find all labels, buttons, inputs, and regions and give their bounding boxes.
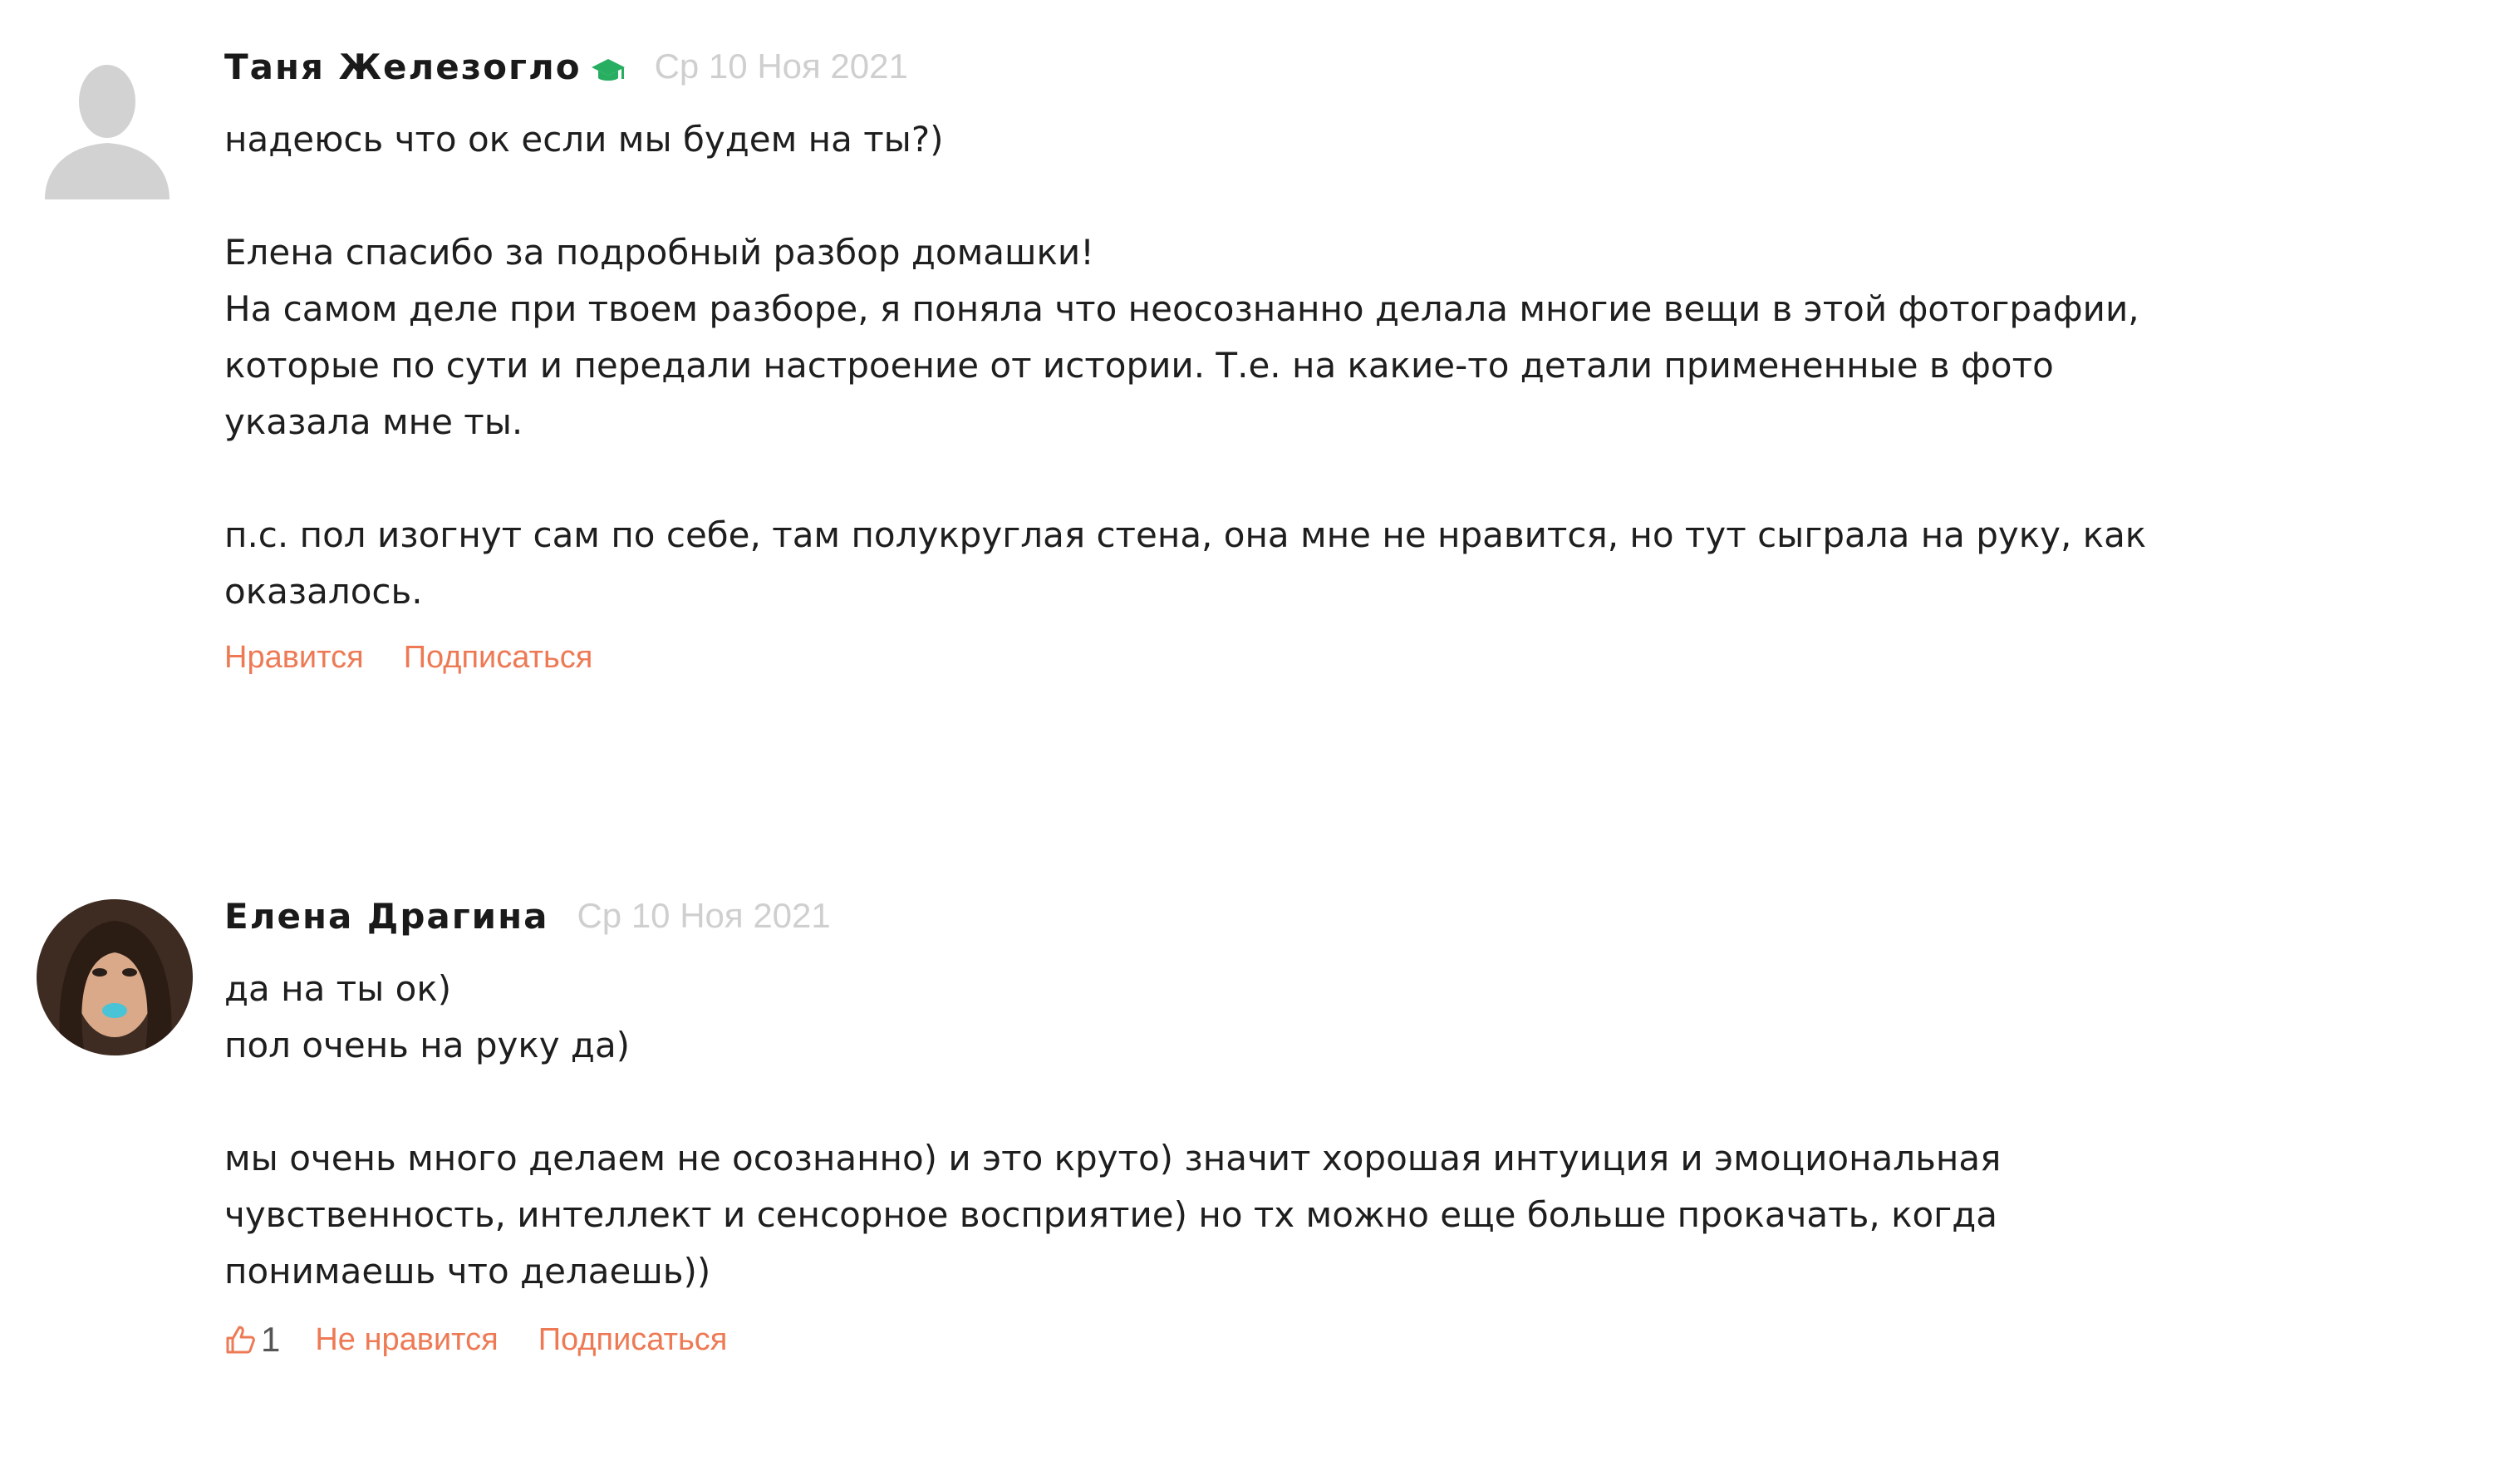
comment-line: надеюсь что ок если мы будем на ты?) [224, 119, 944, 160]
comment-meta: Елена Драгина Ср 10 Ноя 2021 [224, 883, 2351, 949]
comment-actions: 1 Не нравится Подписаться [224, 1320, 2351, 1360]
comment-line: которые по сути и передали настроение от… [224, 345, 2054, 386]
comment-line: понимаешь что делаешь)) [224, 1251, 711, 1292]
like-button[interactable]: Нравится [224, 640, 364, 676]
comment-author[interactable]: Таня Железогло [224, 47, 582, 87]
thumbs-up-icon [226, 1326, 255, 1354]
comment-meta: Таня Железогло Ср 10 Ноя 2021 [224, 33, 2351, 100]
comment-line: указала мне ты. [224, 401, 523, 442]
unlike-button[interactable]: Не нравится [315, 1322, 498, 1358]
comment-body: да на ты ок) пол очень на руку да) мы оч… [224, 961, 2351, 1300]
comment-line: мы очень много делаем не осознанно) и эт… [224, 1138, 2002, 1178]
comment-line: Елена спасибо за подробный разбор домашк… [224, 232, 1094, 273]
like-count-value: 1 [261, 1320, 281, 1359]
subscribe-button[interactable]: Подписаться [404, 640, 593, 676]
comment-line: п.с. пол изогнут сам по себе, там полукр… [224, 514, 2147, 555]
default-avatar[interactable] [37, 50, 178, 199]
avatar[interactable] [37, 899, 193, 1055]
comment-line: оказалось. [224, 571, 423, 612]
comment-line: да на ты ок) [224, 968, 452, 1009]
graduation-cap-icon [590, 56, 626, 86]
comment-author[interactable]: Елена Драгина [224, 896, 548, 937]
subscribe-button[interactable]: Подписаться [538, 1322, 728, 1358]
comment-date: Ср 10 Ноя 2021 [577, 896, 831, 935]
like-count[interactable]: 1 [224, 1320, 280, 1360]
comment-line: чувственность, интеллект и сенсорное вос… [224, 1194, 1997, 1235]
comment-actions: Нравится Подписаться [224, 640, 2351, 676]
comment-date: Ср 10 Ноя 2021 [654, 47, 908, 86]
comment-line: пол очень на руку да) [224, 1025, 631, 1065]
user-silhouette-icon [45, 65, 169, 199]
comment-line: На самом деле при твоем разборе, я понял… [224, 288, 2139, 329]
user-photo-avatar [37, 899, 193, 1055]
comment-body: надеюсь что ок если мы будем на ты?) Еле… [224, 111, 2351, 620]
